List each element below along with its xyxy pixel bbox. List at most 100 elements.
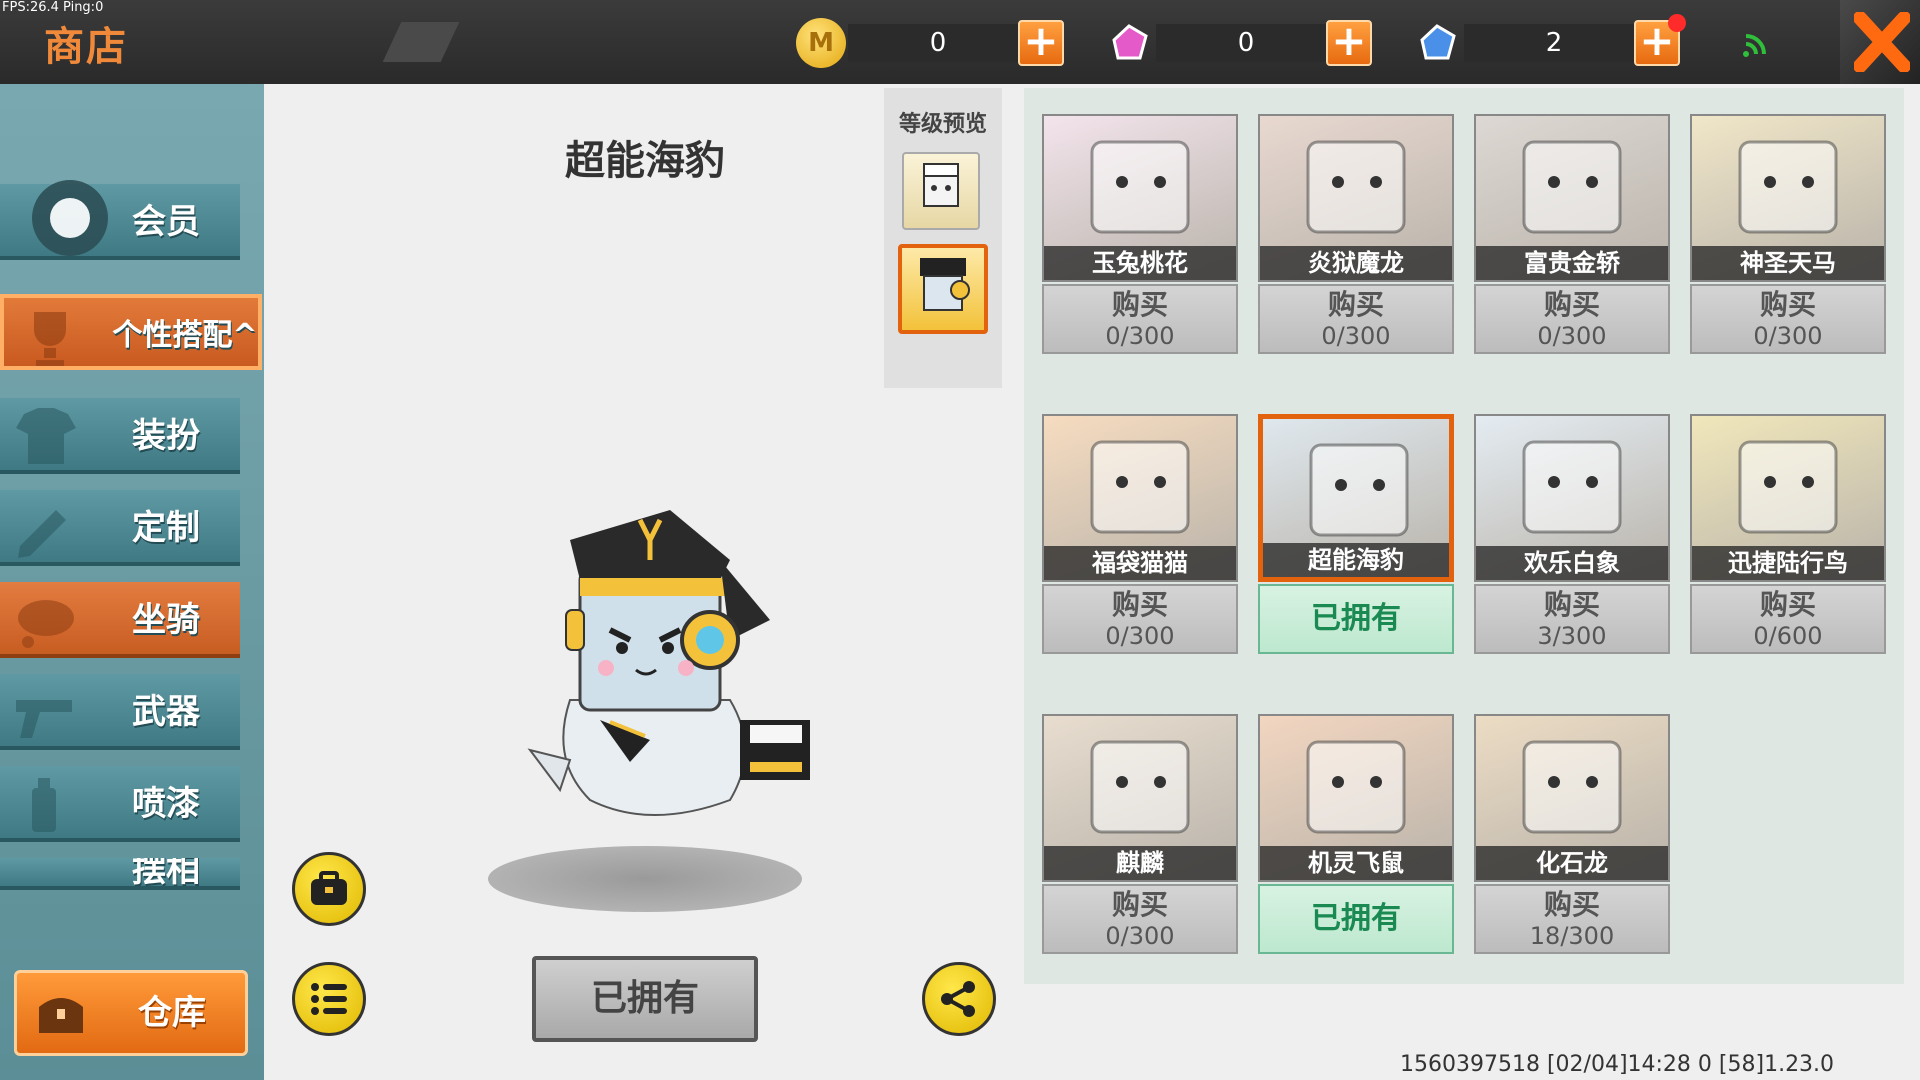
owned-status-button[interactable]: 已拥有 [532, 956, 758, 1042]
add-pink-gem-button[interactable]: + [1326, 20, 1372, 66]
buy-button[interactable]: 购买 0/600 [1690, 584, 1886, 654]
mount-card[interactable]: 欢乐白象购买 3/300 [1474, 414, 1670, 654]
warehouse-button[interactable]: 仓库 [14, 970, 248, 1056]
buy-button[interactable]: 购买 0/300 [1042, 584, 1238, 654]
mount-art-icon [1522, 740, 1622, 834]
buy-label: 购买 [1111, 588, 1168, 621]
sidebar-item-pose[interactable]: 摆相 [0, 858, 240, 890]
briefcase-icon [311, 871, 347, 905]
mount-name: 富贵金轿 [1476, 246, 1668, 280]
sidebar-item-costume[interactable]: 装扮 [0, 398, 240, 474]
mount-thumbnail[interactable]: 迅捷陆行鸟 [1690, 414, 1886, 582]
sidebar-item-style[interactable]: 个性搭配^ [0, 294, 262, 370]
sidebar-item-custom[interactable]: 定制 [0, 490, 240, 566]
mount-name: 化石龙 [1476, 846, 1668, 880]
mount-card[interactable]: 麒麟购买 0/300 [1042, 714, 1238, 954]
buy-button[interactable]: 购买 3/300 [1474, 584, 1670, 654]
fragment-progress: 0/600 [1753, 622, 1823, 650]
fragment-progress: 3/300 [1537, 622, 1607, 650]
mount-art-icon [1306, 740, 1406, 834]
sidebar: 会员 个性搭配^ 装扮 定制 坐骑 武器 喷漆 摆相 仓库 [0, 84, 264, 1080]
vip-toggle[interactable] [32, 180, 108, 256]
add-coin-button[interactable]: + [1018, 20, 1064, 66]
share-button[interactable] [922, 962, 996, 1036]
mount-thumbnail[interactable]: 机灵飞鼠 [1258, 714, 1454, 882]
buy-label: 购买 [1327, 288, 1384, 321]
fragment-progress: 0/300 [1105, 622, 1175, 650]
fragment-progress: 0/300 [1105, 922, 1175, 950]
mount-thumbnail[interactable]: 炎狱魔龙 [1258, 114, 1454, 282]
seal-icon [923, 163, 959, 207]
warehouse-label: 仓库 [138, 993, 206, 1033]
page-title: 商店 [44, 24, 128, 70]
mount-card[interactable]: 神圣天马购买 0/300 [1690, 114, 1886, 354]
mount-thumbnail[interactable]: 化石龙 [1474, 714, 1670, 882]
mount-name: 麒麟 [1044, 846, 1236, 880]
mount-thumbnail[interactable]: 超能海豹 [1258, 414, 1454, 582]
mount-thumbnail[interactable]: 麒麟 [1042, 714, 1238, 882]
buy-label: 购买 [1543, 888, 1600, 921]
buy-label: 购买 [1111, 888, 1168, 921]
buy-label: 购买 [1759, 588, 1816, 621]
build-info: 1560397518 [02/04]14:28 0 [58]1.23.0 [1400, 1052, 1835, 1077]
sidebar-item-label: 摆相 [132, 858, 200, 890]
buy-button[interactable]: 购买 18/300 [1474, 884, 1670, 954]
buy-button[interactable]: 购买 0/300 [1258, 284, 1454, 354]
buy-label: 购买 [1759, 288, 1816, 321]
mount-icon [18, 600, 74, 648]
wifi-icon [1740, 28, 1772, 60]
mount-art-icon [1522, 140, 1622, 234]
list-button[interactable] [292, 962, 366, 1036]
sidebar-item-spray[interactable]: 喷漆 [0, 766, 240, 842]
mount-thumbnail[interactable]: 玉兔桃花 [1042, 114, 1238, 282]
mount-card[interactable]: 福袋猫猫 购买 0/300 [1042, 414, 1238, 654]
mount-art-icon [1309, 443, 1409, 537]
mount-art-icon [1738, 140, 1838, 234]
owned-badge-button[interactable]: 已拥有 [1258, 884, 1454, 954]
owned-badge-button[interactable]: 已拥有 [1258, 584, 1454, 654]
mount-card[interactable]: 炎狱魔龙 购买 0/300 [1258, 114, 1454, 354]
chest-icon [39, 998, 83, 1033]
mount-name: 欢乐白象 [1476, 546, 1668, 580]
mount-name: 机灵飞鼠 [1260, 846, 1452, 880]
mount-card[interactable]: 超能海豹 已拥有 [1258, 414, 1454, 654]
mount-art-icon [1738, 440, 1838, 534]
mount-card[interactable]: 玉兔桃花 购买 0/300 [1042, 114, 1238, 354]
buy-label: 购买 [1111, 288, 1168, 321]
mount-thumbnail[interactable]: 福袋猫猫 [1042, 414, 1238, 582]
mount-art-icon [1306, 140, 1406, 234]
level-2-thumbnail[interactable] [898, 244, 988, 334]
buy-label: 购买 [1543, 588, 1600, 621]
level-1-thumbnail[interactable] [902, 152, 980, 230]
share-icon [941, 981, 975, 1017]
buy-button[interactable]: 购买 0/300 [1690, 284, 1886, 354]
sidebar-item-mount[interactable]: 坐骑 [0, 582, 240, 658]
mount-thumbnail[interactable]: 富贵金轿 [1474, 114, 1670, 282]
top-bar: FPS:26.4 Ping:0 商店 M 0 + 0 + 2 + [0, 0, 1920, 84]
buy-button[interactable]: 购买 0/300 [1474, 284, 1670, 354]
fragment-progress: 0/300 [1321, 322, 1391, 350]
sidebar-item-weapon[interactable]: 武器 [0, 674, 240, 750]
mount-thumbnail[interactable]: 欢乐白象 [1474, 414, 1670, 582]
pink-gem-icon [1104, 18, 1154, 68]
mount-card[interactable]: 富贵金轿购买 0/300 [1474, 114, 1670, 354]
list-icon [311, 983, 347, 1015]
seal-captain-model [527, 510, 810, 816]
mount-name: 神圣天马 [1692, 246, 1884, 280]
item-title: 超能海豹 [565, 138, 725, 184]
buy-button[interactable]: 购买 0/300 [1042, 884, 1238, 954]
mount-art-icon [1090, 140, 1190, 234]
mount-art-icon [1090, 440, 1190, 534]
buy-button[interactable]: 购买 0/300 [1042, 284, 1238, 354]
close-icon [1854, 12, 1910, 72]
mount-thumbnail[interactable]: 神圣天马 [1690, 114, 1886, 282]
shirt-icon [16, 408, 76, 464]
mount-card[interactable]: 机灵飞鼠 已拥有 [1258, 714, 1454, 954]
mount-card[interactable]: 迅捷陆行鸟 购买 0/600 [1690, 414, 1886, 654]
mount-art-icon [1090, 740, 1190, 834]
gun-icon [16, 700, 72, 738]
seal-captain-icon [920, 258, 970, 311]
wardrobe-button[interactable] [292, 852, 366, 926]
close-button[interactable] [1840, 0, 1920, 84]
mount-card[interactable]: 化石龙购买 18/300 [1474, 714, 1670, 954]
